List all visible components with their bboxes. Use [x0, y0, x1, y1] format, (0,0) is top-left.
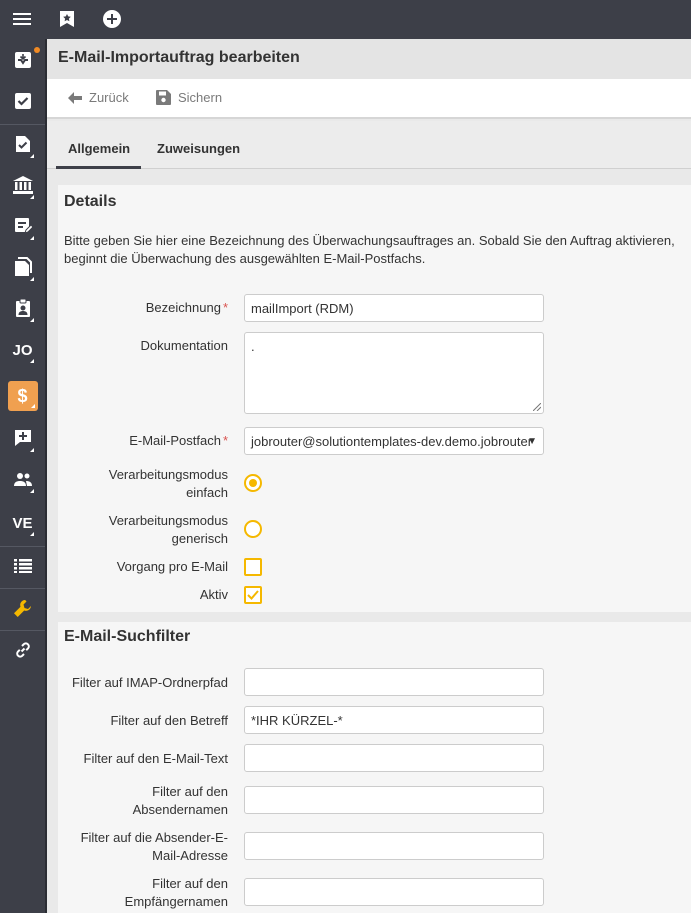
- task-check-icon: [14, 92, 32, 113]
- sidebar-item-documents[interactable]: [0, 248, 45, 288]
- filter-heading: E-Mail-Suchfilter: [64, 628, 191, 645]
- sidebar-item-tasks[interactable]: [0, 82, 45, 122]
- vorgang-label: Vorgang pro E-Mail: [116, 559, 228, 574]
- empfaenger-input[interactable]: [244, 878, 544, 906]
- back-button[interactable]: Zurück: [68, 90, 129, 105]
- users-icon: [13, 472, 33, 489]
- sidebar-item-documents-check[interactable]: [0, 125, 45, 165]
- inbox-icon: [14, 51, 32, 72]
- absendername-input[interactable]: [244, 786, 544, 814]
- link-icon: [14, 641, 32, 662]
- modus-generisch-radio[interactable]: [244, 520, 262, 538]
- modus-einfach-radio[interactable]: [244, 474, 262, 492]
- main-content: E-Mail-Importauftrag bearbeiten Zurück S…: [47, 39, 691, 913]
- postfach-label: E-Mail-Postfach *: [129, 433, 228, 448]
- sidebar-item-inbox[interactable]: [0, 41, 45, 81]
- sidebar-item-finance[interactable]: $: [0, 376, 45, 416]
- sidebar-item-jo[interactable]: JO: [0, 330, 45, 370]
- top-bar: [0, 0, 691, 39]
- absendername-label: Filter auf den Absendernamen: [132, 784, 228, 817]
- sidebar-item-chat[interactable]: [0, 419, 45, 459]
- sidebar-item-tools[interactable]: [0, 589, 45, 629]
- menu-icon[interactable]: [11, 8, 33, 30]
- back-button-label: Zurück: [89, 90, 129, 105]
- dokumentation-textarea[interactable]: .: [244, 332, 544, 414]
- save-button-label: Sichern: [178, 90, 223, 105]
- aktiv-label: Aktiv: [199, 587, 228, 602]
- email-text-input[interactable]: [244, 744, 544, 772]
- sidebar: JO $ VE: [0, 39, 45, 913]
- dokumentation-value: .: [251, 339, 255, 354]
- details-panel: Details Bitte geben Sie hier eine Bezeic…: [58, 185, 691, 612]
- save-button[interactable]: Sichern: [156, 90, 222, 105]
- postfach-select[interactable]: jobrouter@solutiontemplates-dev.demo.job…: [244, 427, 544, 455]
- resize-handle-icon[interactable]: [533, 403, 541, 411]
- sidebar-item-links[interactable]: [0, 631, 45, 671]
- sidebar-item-jo-label: JO: [12, 341, 33, 359]
- sidebar-item-bank[interactable]: [0, 166, 45, 206]
- sidebar-item-ve[interactable]: VE: [0, 503, 45, 543]
- chat-add-icon: [14, 429, 32, 450]
- details-heading: Details: [64, 193, 117, 210]
- imap-label: Filter auf IMAP-Ordnerpfad: [71, 675, 228, 690]
- aktiv-checkbox[interactable]: [244, 586, 262, 604]
- tab-bar: Allgemein Zuweisungen: [47, 121, 691, 169]
- betreff-label: Filter auf den Betreff: [110, 713, 228, 728]
- sidebar-item-forms[interactable]: [0, 207, 45, 247]
- active-tab-indicator: [56, 166, 141, 169]
- title-bar: E-Mail-Importauftrag bearbeiten: [47, 39, 691, 79]
- toolbar: Zurück Sichern: [47, 79, 691, 119]
- bookmark-star-icon[interactable]: [56, 8, 78, 30]
- form-edit-icon: [14, 217, 34, 238]
- modus-einfach-label: Verarbeitungsmodus einfach: [108, 467, 228, 500]
- absenderadresse-label: Filter auf die Absender-E-Mail-Adresse: [80, 830, 228, 863]
- page-title: E-Mail-Importauftrag bearbeiten: [58, 49, 300, 66]
- documents-icon: [14, 256, 32, 280]
- sidebar-item-clipboard[interactable]: [0, 289, 45, 329]
- sidebar-item-users[interactable]: [0, 460, 45, 500]
- dokumentation-label: Dokumentation: [140, 338, 228, 353]
- sidebar-item-ve-label: VE: [12, 514, 33, 532]
- add-circle-icon[interactable]: [101, 8, 123, 30]
- dollar-icon: $: [7, 381, 38, 411]
- tab-allgemein[interactable]: Allgemein: [68, 141, 130, 156]
- bank-icon: [12, 175, 33, 197]
- required-marker: *: [222, 300, 228, 315]
- filter-panel: E-Mail-Suchfilter Filter auf IMAP-Ordner…: [58, 622, 691, 913]
- wrench-icon: [13, 598, 33, 621]
- bezeichnung-input[interactable]: mailImport (RDM): [244, 294, 544, 322]
- bezeichnung-label: Bezeichnung *: [145, 300, 228, 315]
- dropdown-caret-icon: ▼: [527, 436, 537, 447]
- save-disk-icon: [156, 90, 171, 105]
- imap-input[interactable]: [244, 668, 544, 696]
- arrow-left-icon: [68, 91, 82, 104]
- vorgang-checkbox[interactable]: [244, 558, 262, 576]
- checkmark-icon: [247, 590, 259, 600]
- required-marker: *: [222, 433, 228, 448]
- tab-zuweisungen[interactable]: Zuweisungen: [157, 141, 240, 156]
- betreff-input[interactable]: *IHR KÜRZEL-*: [244, 706, 544, 734]
- postfach-value: jobrouter@solutiontemplates-dev.demo.job…: [251, 434, 533, 449]
- empfaenger-label: Filter auf den Empfängernamen: [124, 876, 228, 909]
- list-icon: [13, 558, 32, 576]
- sidebar-item-list[interactable]: [0, 547, 45, 587]
- clipboard-user-icon: [15, 298, 31, 320]
- details-description: Bitte geben Sie hier eine Bezeichnung de…: [64, 233, 675, 266]
- notification-badge: [34, 47, 40, 53]
- absenderadresse-input[interactable]: [244, 832, 544, 860]
- document-check-icon: [15, 135, 31, 156]
- modus-generisch-label: Verarbeitungsmodus generisch: [108, 513, 228, 546]
- email-text-label: Filter auf den E-Mail-Text: [83, 751, 229, 766]
